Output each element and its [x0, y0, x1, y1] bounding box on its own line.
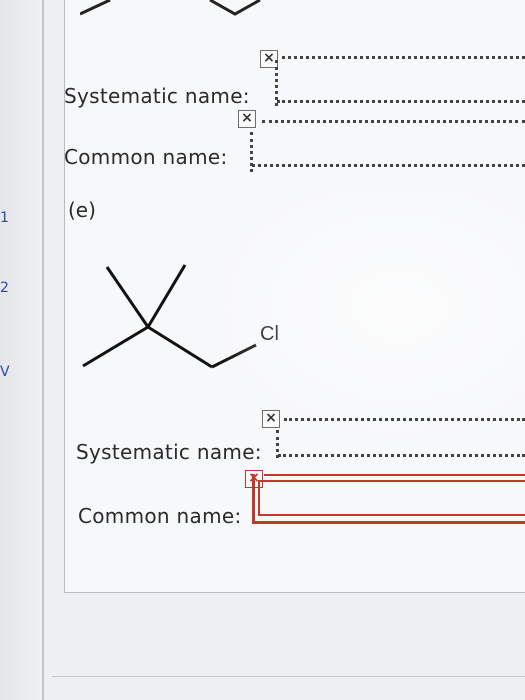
common-name-input[interactable]	[252, 164, 525, 173]
systematic-name-field-top-border	[282, 56, 525, 59]
broken-image-icon: ×	[262, 410, 280, 428]
margin-mark-3: V	[0, 364, 10, 380]
systematic-name-label: Systematic name:	[76, 440, 262, 464]
molecule-structure: Cl	[82, 264, 279, 369]
left-margin: 1 2 V	[0, 0, 43, 700]
systematic-name-input[interactable]	[277, 100, 525, 109]
systematic-name-field-top-border	[284, 418, 525, 421]
previous-molecule-fragment	[80, 0, 261, 16]
common-name-label: Common name:	[64, 145, 228, 169]
chlorine-label: Cl	[260, 323, 279, 345]
systematic-name-label: Systematic name:	[64, 84, 250, 108]
error-border-inner	[258, 480, 525, 516]
footer-divider	[52, 676, 525, 677]
broken-image-icon: ×	[238, 110, 256, 128]
margin-mark-2: 2	[0, 280, 9, 296]
common-name-field-top-border	[262, 120, 525, 123]
systematic-name-input[interactable]	[278, 454, 525, 463]
common-name-label: Common name:	[78, 504, 242, 528]
part-label: (e)	[68, 198, 96, 222]
margin-mark-1: 1	[0, 210, 9, 226]
